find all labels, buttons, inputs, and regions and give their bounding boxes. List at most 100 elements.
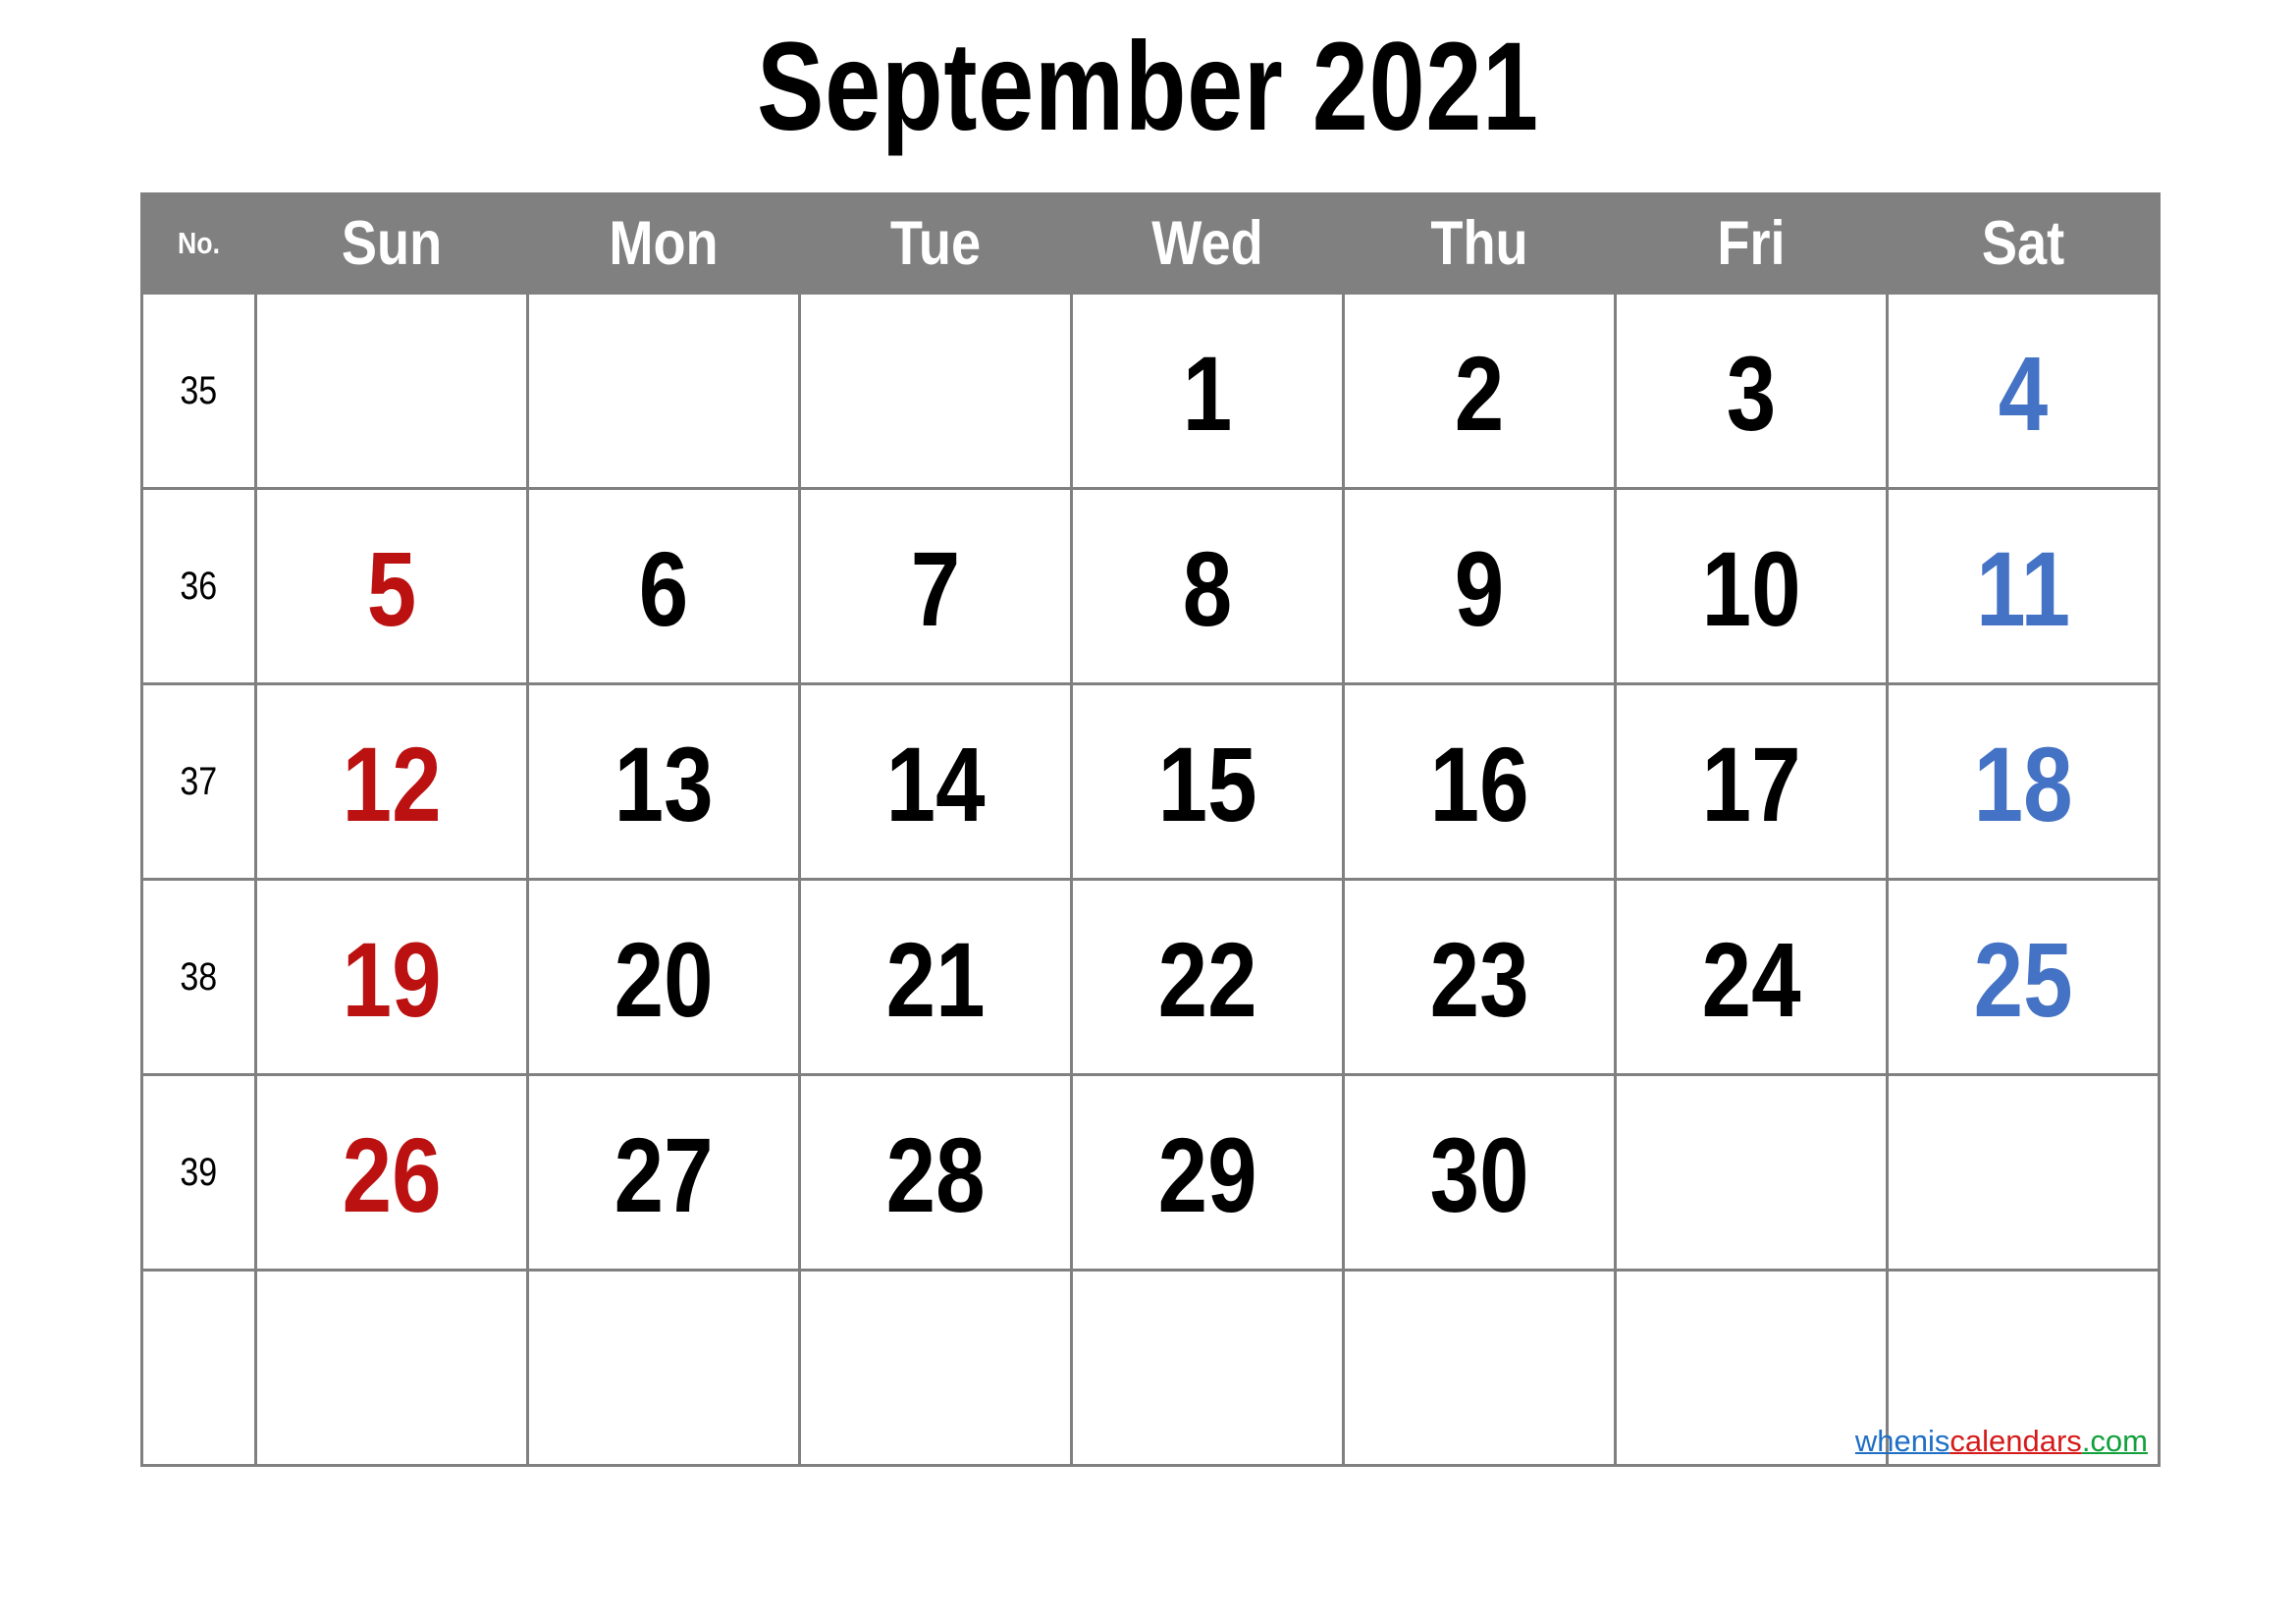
day-number: 13 bbox=[614, 724, 714, 843]
week-number-cell: 37 bbox=[140, 682, 257, 881]
calendar-week-row: 38 19 20 21 22 23 24 25 bbox=[140, 878, 2161, 1076]
day-cell-fri[interactable]: 3 bbox=[1614, 292, 1889, 490]
day-cell-wed[interactable] bbox=[1070, 1269, 1345, 1467]
day-number: 15 bbox=[1157, 724, 1257, 843]
day-number: 9 bbox=[1454, 528, 1505, 648]
calendar-week-row: wheniscalendars.com bbox=[140, 1269, 2161, 1467]
watermark-part-whenis: whenis bbox=[1854, 1424, 1950, 1458]
week-number-label: 38 bbox=[180, 954, 218, 999]
day-cell-fri[interactable]: 17 bbox=[1614, 682, 1889, 881]
day-number: 8 bbox=[1182, 528, 1233, 648]
header-day-mon: Mon bbox=[526, 192, 801, 295]
week-number-label: 36 bbox=[180, 564, 218, 608]
day-cell-mon[interactable]: 27 bbox=[526, 1073, 801, 1272]
week-number-cell: 36 bbox=[140, 487, 257, 685]
watermark-part-calendars: calendars bbox=[1949, 1424, 2082, 1458]
day-cell-sun[interactable] bbox=[254, 292, 529, 490]
calendar-week-row: 35 1 2 3 4 bbox=[140, 292, 2161, 490]
day-number: 17 bbox=[1701, 724, 1801, 843]
day-number: 21 bbox=[885, 919, 986, 1039]
day-cell-tue[interactable] bbox=[798, 1269, 1073, 1467]
week-number-cell: 38 bbox=[140, 878, 257, 1076]
header-day-thu: Thu bbox=[1342, 192, 1617, 295]
calendar-week-row: 39 26 27 28 29 30 bbox=[140, 1073, 2161, 1272]
day-cell-thu[interactable] bbox=[1342, 1269, 1617, 1467]
day-number: 26 bbox=[342, 1114, 442, 1234]
header-day-tue: Tue bbox=[798, 192, 1073, 295]
day-number: 20 bbox=[614, 919, 714, 1039]
day-number: 11 bbox=[1976, 528, 2070, 648]
day-number: 3 bbox=[1726, 333, 1777, 453]
day-cell-fri[interactable] bbox=[1614, 1073, 1889, 1272]
header-day-sat: Sat bbox=[1886, 192, 2161, 295]
watermark-part-com: .com bbox=[2081, 1424, 2148, 1458]
day-number: 23 bbox=[1429, 919, 1529, 1039]
day-cell-sun[interactable]: 12 bbox=[254, 682, 529, 881]
day-number: 14 bbox=[885, 724, 986, 843]
day-cell-fri[interactable] bbox=[1614, 1269, 1889, 1467]
day-cell-tue[interactable]: 28 bbox=[798, 1073, 1073, 1272]
week-number-label: 39 bbox=[180, 1150, 218, 1194]
day-cell-thu[interactable]: 9 bbox=[1342, 487, 1617, 685]
day-number: 25 bbox=[1973, 919, 2073, 1039]
day-number: 7 bbox=[910, 528, 961, 648]
day-number: 19 bbox=[342, 919, 442, 1039]
calendar-grid: No. Sun Mon Tue Wed Thu Fri Sat 35 1 2 3… bbox=[140, 192, 2161, 1467]
day-number: 27 bbox=[614, 1114, 714, 1234]
day-cell-thu[interactable]: 30 bbox=[1342, 1073, 1617, 1272]
day-number: 5 bbox=[366, 528, 417, 648]
day-cell-mon[interactable] bbox=[526, 292, 801, 490]
day-cell-mon[interactable]: 13 bbox=[526, 682, 801, 881]
calendar-body: 35 1 2 3 4 36 5 6 7 8 9 10 11 37 12 13 14 15 16 17 18 38 19 20 2… bbox=[140, 292, 2161, 1467]
day-cell-sat[interactable]: 4 bbox=[1886, 292, 2161, 490]
day-cell-wed[interactable]: 8 bbox=[1070, 487, 1345, 685]
day-cell-tue[interactable]: 7 bbox=[798, 487, 1073, 685]
site-watermark[interactable]: wheniscalendars.com bbox=[1855, 1426, 2148, 1456]
calendar-week-row: 36 5 6 7 8 9 10 11 bbox=[140, 487, 2161, 685]
day-cell-sat[interactable]: 25 bbox=[1886, 878, 2161, 1076]
day-number: 2 bbox=[1454, 333, 1505, 453]
day-cell-sun[interactable]: 19 bbox=[254, 878, 529, 1076]
week-number-cell: 35 bbox=[140, 292, 257, 490]
day-cell-sat[interactable]: wheniscalendars.com bbox=[1855, 1269, 2161, 1467]
day-cell-sun[interactable]: 26 bbox=[254, 1073, 529, 1272]
day-number: 24 bbox=[1701, 919, 1801, 1039]
day-number: 6 bbox=[638, 528, 689, 648]
week-number-cell: 39 bbox=[140, 1073, 257, 1272]
day-number: 1 bbox=[1182, 333, 1233, 453]
day-cell-mon[interactable]: 20 bbox=[526, 878, 801, 1076]
day-cell-wed[interactable]: 15 bbox=[1070, 682, 1345, 881]
day-number: 4 bbox=[1998, 333, 2049, 453]
week-number-cell bbox=[140, 1269, 257, 1467]
day-number: 29 bbox=[1157, 1114, 1257, 1234]
day-cell-sat[interactable] bbox=[1886, 1073, 2161, 1272]
day-number: 12 bbox=[342, 724, 442, 843]
day-cell-sun[interactable] bbox=[254, 1269, 529, 1467]
day-cell-thu[interactable]: 2 bbox=[1342, 292, 1617, 490]
day-number: 18 bbox=[1973, 724, 2073, 843]
page-title: September 2021 bbox=[757, 17, 1539, 157]
day-cell-mon[interactable]: 6 bbox=[526, 487, 801, 685]
day-cell-sat[interactable]: 18 bbox=[1886, 682, 2161, 881]
day-cell-thu[interactable]: 16 bbox=[1342, 682, 1617, 881]
day-cell-sat[interactable]: 11 bbox=[1886, 487, 2161, 685]
day-cell-sun[interactable]: 5 bbox=[254, 487, 529, 685]
calendar-header-row: No. Sun Mon Tue Wed Thu Fri Sat bbox=[140, 192, 2161, 295]
day-cell-tue[interactable]: 21 bbox=[798, 878, 1073, 1076]
day-cell-fri[interactable]: 24 bbox=[1614, 878, 1889, 1076]
day-cell-mon[interactable] bbox=[526, 1269, 801, 1467]
day-cell-wed[interactable]: 22 bbox=[1070, 878, 1345, 1076]
day-cell-thu[interactable]: 23 bbox=[1342, 878, 1617, 1076]
day-cell-wed[interactable]: 1 bbox=[1070, 292, 1345, 490]
day-number: 22 bbox=[1157, 919, 1257, 1039]
header-week-number-label: No. bbox=[140, 192, 257, 295]
day-cell-tue[interactable] bbox=[798, 292, 1073, 490]
day-cell-tue[interactable]: 14 bbox=[798, 682, 1073, 881]
week-number-label: 37 bbox=[180, 759, 218, 803]
day-cell-fri[interactable]: 10 bbox=[1614, 487, 1889, 685]
day-cell-wed[interactable]: 29 bbox=[1070, 1073, 1345, 1272]
day-number: 28 bbox=[885, 1114, 986, 1234]
header-day-sun: Sun bbox=[254, 192, 529, 295]
day-number: 10 bbox=[1701, 528, 1801, 648]
week-number-label: 35 bbox=[180, 368, 218, 412]
